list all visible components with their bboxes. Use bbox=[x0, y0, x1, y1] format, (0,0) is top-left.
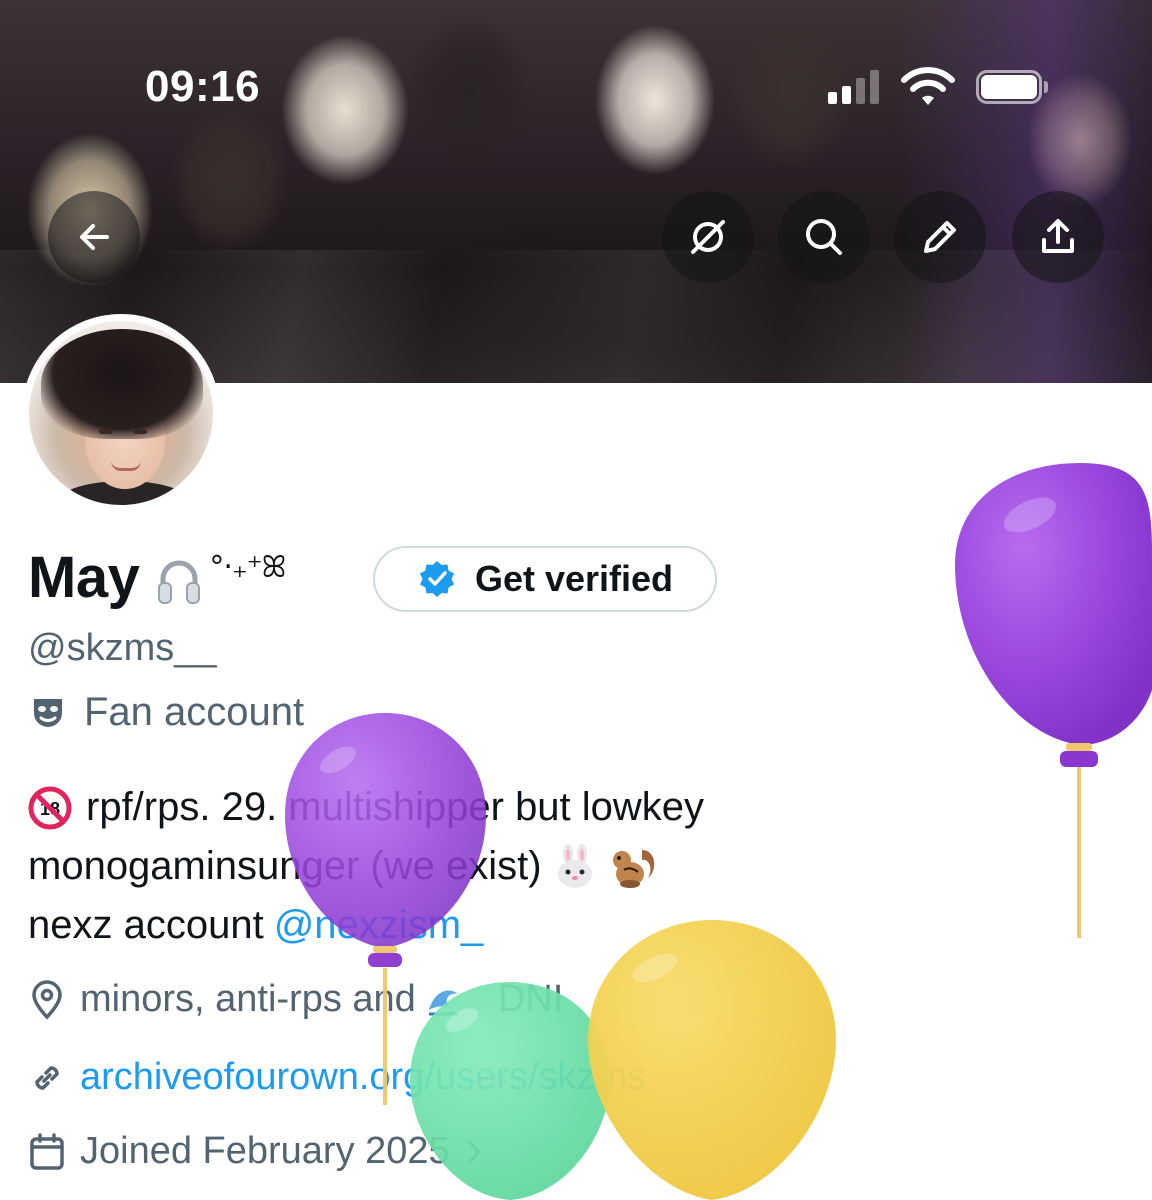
no-under-18-icon: 18 bbox=[28, 786, 72, 829]
no-grok-icon bbox=[691, 220, 725, 254]
bio-text-2: monogaminsunger (we exist) bbox=[28, 844, 542, 888]
handle: @skzms__ bbox=[28, 627, 217, 669]
professional-category[interactable]: Fan account bbox=[28, 690, 304, 735]
chevron-right-icon bbox=[467, 1140, 481, 1163]
search-button[interactable] bbox=[778, 191, 870, 283]
website-row: archiveofourown.org/users/skzms bbox=[28, 1056, 646, 1099]
category-label: Fan account bbox=[84, 690, 305, 734]
chipmunk-icon bbox=[612, 849, 654, 888]
website-link[interactable]: archiveofourown.org/users/skzms bbox=[80, 1056, 646, 1099]
bio-mention-link[interactable]: @nexzism_ bbox=[274, 896, 484, 955]
avatar[interactable] bbox=[22, 314, 220, 512]
headphones-icon bbox=[158, 560, 201, 604]
verified-badge-icon bbox=[419, 561, 454, 597]
bio: 18 rpf/rps. 29. multishipper but lowkey … bbox=[28, 778, 1108, 955]
share-icon bbox=[1042, 219, 1074, 253]
cellular-signal-icon bbox=[828, 70, 884, 104]
location-text: minors, anti-rps and bbox=[80, 978, 416, 1020]
wifi-icon bbox=[901, 67, 955, 105]
rabbit-face-icon bbox=[557, 843, 592, 888]
name-row: May °‧₊⁺ꕤ bbox=[28, 544, 287, 611]
back-button[interactable] bbox=[48, 191, 140, 283]
link-icon bbox=[35, 1065, 59, 1090]
joined-row[interactable]: Joined February 2025 bbox=[28, 1130, 484, 1173]
battery-icon bbox=[976, 70, 1048, 104]
wave-icon bbox=[428, 990, 459, 1015]
location-suffix: DNI bbox=[497, 978, 564, 1020]
masks-icon bbox=[34, 698, 62, 727]
display-name: May bbox=[28, 545, 140, 610]
no-grok-button[interactable] bbox=[662, 191, 754, 283]
name-decoration: °‧₊⁺ꕤ bbox=[209, 550, 286, 585]
calendar-icon bbox=[30, 1132, 64, 1170]
status-time: 09:16 bbox=[145, 62, 261, 111]
bio-text-3: nexz account bbox=[28, 903, 264, 947]
edit-button[interactable] bbox=[894, 191, 986, 283]
joined-date: Joined February 2025 bbox=[80, 1130, 450, 1172]
bio-line-1: 18 rpf/rps. 29. multishipper but lowkey bbox=[28, 778, 1108, 837]
pencil-icon bbox=[924, 221, 956, 253]
search-icon bbox=[806, 219, 842, 255]
bio-line-3: nexz account @nexzism_ bbox=[28, 896, 1108, 955]
bio-line-2: monogaminsunger (we exist) bbox=[28, 837, 1108, 896]
location-row: minors, anti-rps and DNI bbox=[28, 978, 563, 1021]
arrow-left-icon bbox=[80, 224, 109, 250]
get-verified-label: Get verified bbox=[474, 558, 674, 599]
get-verified-button[interactable]: Get verified bbox=[373, 546, 717, 612]
location-pin-icon bbox=[32, 979, 62, 1019]
bio-text-1: rpf/rps. 29. multishipper but lowkey bbox=[86, 785, 705, 829]
share-button[interactable] bbox=[1012, 191, 1104, 283]
